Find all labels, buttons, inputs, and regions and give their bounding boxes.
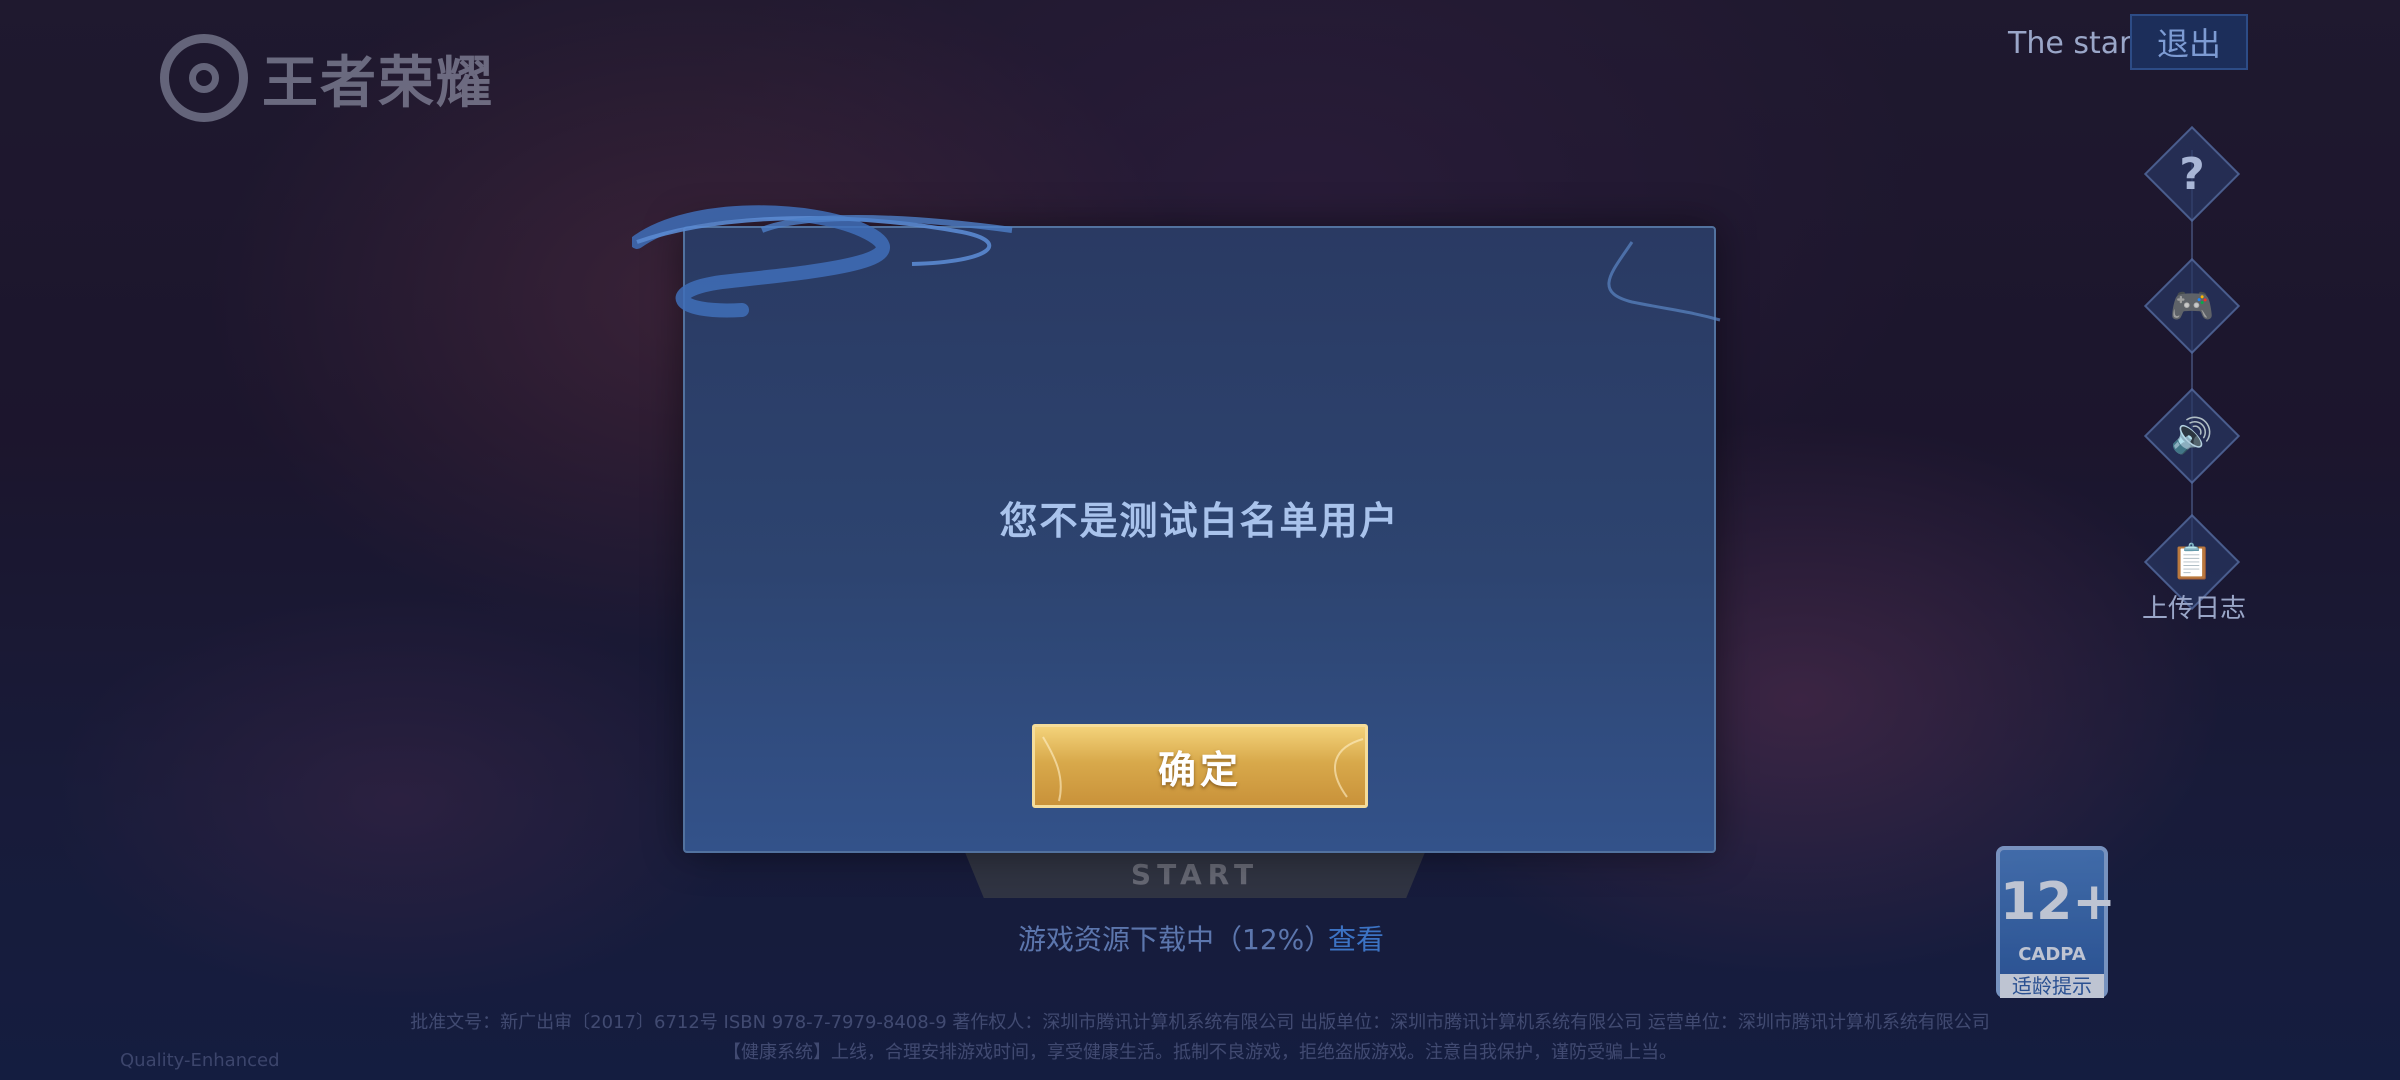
footer-line-2: 【健康系统】上线，合理安排游戏时间，享受健康生活。抵制不良游戏，拒绝盗版游戏。注… bbox=[723, 1042, 1677, 1063]
logo-text: 王者荣耀 bbox=[262, 49, 494, 116]
age-tip: 适龄提示 bbox=[2000, 974, 2104, 998]
footer-line-1: 批准文号：新广出审〔2017〕6712号 ISBN 978-7-7979-840… bbox=[410, 1012, 1990, 1033]
start-label: START bbox=[1130, 858, 1260, 891]
logo-mark-icon bbox=[160, 34, 248, 122]
footer-legal: 批准文号：新广出审〔2017〕6712号 ISBN 978-7-7979-840… bbox=[0, 1008, 2400, 1068]
footer-left-text: Quality-Enhanced bbox=[120, 1050, 280, 1071]
question-icon: ? bbox=[2179, 148, 2205, 200]
sound-button[interactable]: 🔊 bbox=[2143, 387, 2241, 485]
upload-log-label: 上传日志 bbox=[2141, 594, 2246, 624]
age-rating-badge[interactable]: 12+ CADPA 适龄提示 bbox=[1996, 846, 2116, 998]
speaker-icon: 🔊 bbox=[2170, 416, 2214, 456]
gamepad-button[interactable]: 🎮 bbox=[2143, 257, 2241, 355]
dialog-message: 您不是测试白名单用户 bbox=[999, 499, 1400, 543]
user-name: The star bbox=[2008, 26, 2132, 61]
download-status: 游戏资源下载中（12%） bbox=[1018, 923, 1333, 956]
age-rating-org: CADPA bbox=[2018, 944, 2086, 965]
help-button[interactable]: ? bbox=[2143, 125, 2241, 223]
game-logo: 王者荣耀 bbox=[160, 34, 494, 122]
confirm-button[interactable]: 确定 bbox=[1032, 724, 1368, 808]
confirm-button-ornament bbox=[1042, 736, 1364, 802]
age-rating: 12+ bbox=[2000, 872, 2116, 932]
logout-button[interactable]: 退出 bbox=[2130, 14, 2248, 70]
download-view-link[interactable]: 查看 bbox=[1328, 918, 1384, 958]
gamepad-icon: 🎮 bbox=[2169, 286, 2215, 327]
